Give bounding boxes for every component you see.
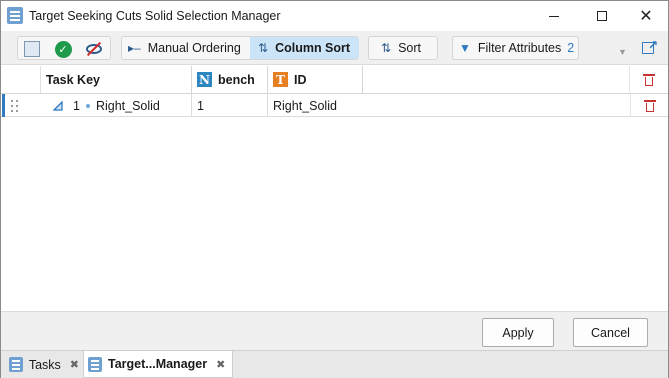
delete-row-button[interactable] (630, 94, 668, 117)
sort-arrows-icon: ⇅ (258, 41, 269, 55)
dialog-footer: Apply Cancel (1, 312, 668, 350)
tab-tasks-label: Tasks (28, 357, 61, 372)
cancel-button[interactable]: Cancel (573, 318, 648, 347)
toolbar-overflow-icon[interactable]: ▼ (618, 47, 627, 57)
toolbar: ✓ ▸– Manual Ordering ⇅ Column Sort ⇅ Sor… (1, 31, 668, 65)
row-handle-header (1, 66, 41, 94)
hide-eye-icon (85, 41, 103, 57)
apply-button[interactable]: Apply (482, 318, 554, 347)
toolbar-icon-group: ✓ (17, 36, 111, 60)
tab-target-manager[interactable]: Target...Manager ✖ (83, 351, 233, 378)
filter-funnel-icon: ▼ (459, 41, 471, 55)
column-sort-label: Column Sort (275, 41, 351, 55)
manual-ordering-label: Manual Ordering (147, 41, 241, 55)
ordering-mode-toggle: ▸– Manual Ordering ⇅ Column Sort (121, 36, 359, 60)
text-type-icon: T (273, 72, 288, 87)
table-row[interactable]: 1 Right_Solid 1 Right_Solid (1, 94, 668, 117)
sort-label: Sort (398, 41, 421, 55)
close-tab-icon[interactable]: ✖ (70, 358, 79, 371)
id-value: Right_Solid (273, 98, 337, 113)
accept-button[interactable]: ✓ (53, 39, 73, 59)
close-icon: ✕ (639, 8, 653, 25)
filter-attributes-label: Filter Attributes (477, 41, 562, 55)
row-index: 1 (73, 98, 80, 113)
task-key-cell[interactable]: 1 Right_Solid (41, 94, 192, 117)
bullet-dot-icon (85, 103, 90, 108)
filter-attributes-button[interactable]: ▼ Filter Attributes 2 (452, 36, 579, 60)
task-grid: Task Key N bench T ID 1 Right_Solid 1 Ri… (1, 66, 668, 312)
sort-button[interactable]: ⇅ Sort (368, 36, 438, 60)
column-header-id[interactable]: T ID (268, 66, 363, 94)
bench-header-label: bench (218, 72, 255, 87)
maximize-button[interactable] (579, 1, 625, 31)
tab-tasks[interactable]: Tasks ✖ (5, 351, 79, 378)
delete-all-button[interactable] (630, 66, 668, 94)
trash-icon (643, 99, 656, 112)
checkmark-circle-icon: ✓ (54, 40, 72, 58)
close-button[interactable]: ✕ (623, 1, 669, 31)
numeric-type-icon: N (197, 72, 212, 87)
bench-cell[interactable]: 1 (192, 94, 268, 117)
window-title: Target Seeking Cuts Solid Selection Mana… (29, 9, 281, 23)
hide-button[interactable] (84, 39, 104, 59)
solid-triangle-icon (53, 100, 63, 111)
popout-button[interactable]: ↗ (642, 38, 658, 55)
manual-ordering-button[interactable]: ▸– Manual Ordering (122, 37, 250, 59)
selection-manager-window: Target Seeking Cuts Solid Selection Mana… (0, 0, 669, 378)
tasks-list-icon (9, 357, 23, 372)
id-cell[interactable]: Right_Solid (268, 94, 363, 117)
row-selection-indicator (2, 94, 5, 117)
task-key-value: Right_Solid (95, 98, 160, 113)
sort-icon: ⇅ (381, 41, 392, 55)
drag-handle-icon[interactable] (11, 100, 21, 112)
minimize-icon (549, 15, 559, 17)
empty-header-space (363, 66, 630, 94)
filter-count-badge: 2 (567, 41, 575, 55)
manual-order-icon: ▸– (128, 41, 141, 55)
tab-manager-label: Target...Manager (108, 357, 208, 371)
close-tab-icon[interactable]: ✖ (216, 358, 225, 371)
app-list-icon (7, 7, 23, 24)
column-header-task-key[interactable]: Task Key (41, 66, 192, 94)
trash-icon (643, 73, 655, 86)
manager-list-icon (88, 356, 102, 372)
title-bar: Target Seeking Cuts Solid Selection Mana… (1, 1, 668, 31)
image-icon (24, 41, 40, 57)
document-tab-strip: Tasks ✖ Target...Manager ✖ (1, 350, 668, 378)
bench-value: 1 (197, 98, 204, 113)
image-button[interactable] (22, 39, 42, 59)
id-header-label: ID (294, 72, 307, 87)
column-header-bench[interactable]: N bench (192, 66, 268, 94)
minimize-button[interactable] (531, 1, 577, 31)
task-key-header-label: Task Key (46, 72, 100, 87)
maximize-icon (597, 11, 607, 21)
column-sort-button[interactable]: ⇅ Column Sort (250, 37, 359, 59)
